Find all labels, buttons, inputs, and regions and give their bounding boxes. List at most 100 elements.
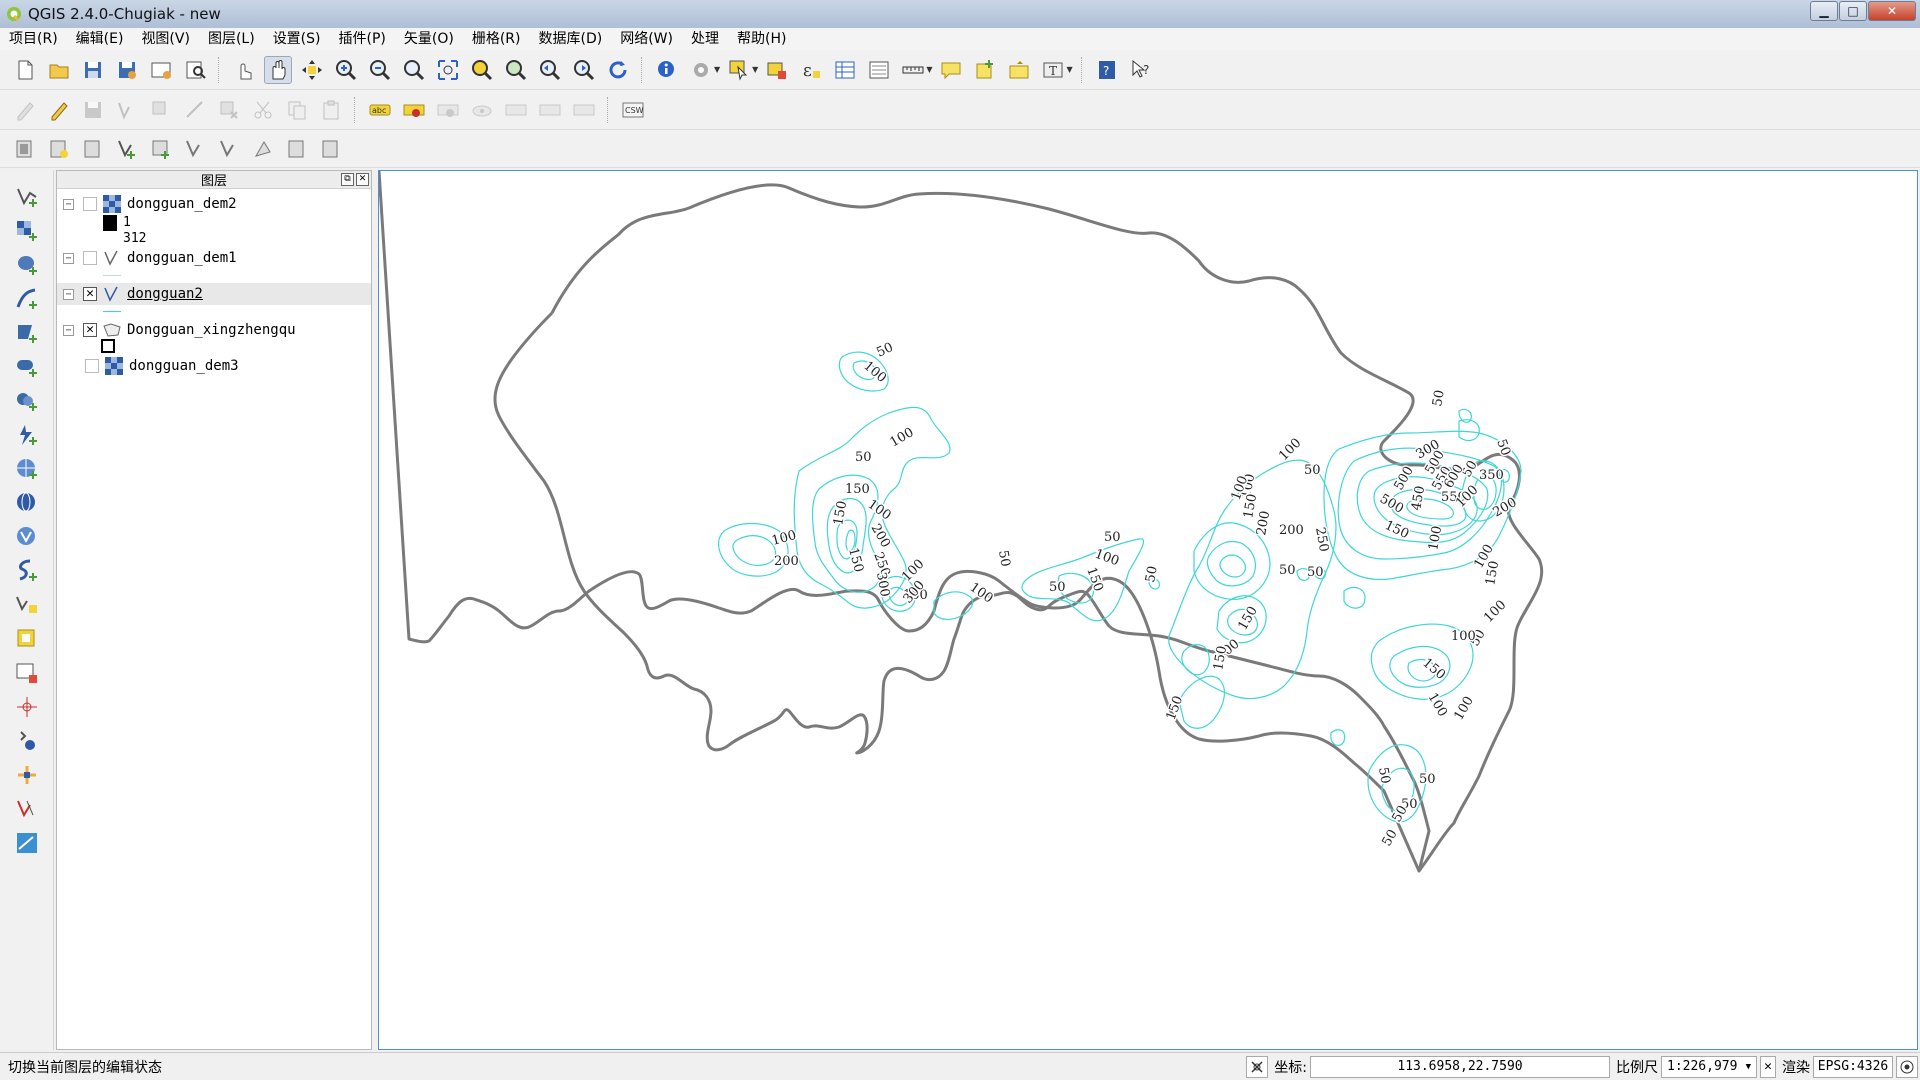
- help-contents-icon[interactable]: ?: [1093, 56, 1121, 84]
- menu-layer[interactable]: 图层(L): [199, 28, 264, 50]
- new-print-composer-icon[interactable]: [147, 56, 175, 84]
- paste-features-icon[interactable]: [317, 96, 345, 124]
- deselect-features-icon[interactable]: [763, 56, 791, 84]
- minimize-button[interactable]: ▁: [1810, 1, 1838, 21]
- vector-add-icon[interactable]: [113, 135, 141, 163]
- cut-features-icon[interactable]: [249, 96, 277, 124]
- new-spatialite-layer-icon[interactable]: [13, 625, 41, 653]
- new-bookmark-icon[interactable]: [971, 56, 999, 84]
- touch-zoom-pan-icon[interactable]: [230, 56, 258, 84]
- pan-to-selection-icon[interactable]: [298, 56, 326, 84]
- map-tips-icon[interactable]: [937, 56, 965, 84]
- vector-merge-icon[interactable]: [147, 135, 175, 163]
- composer-manager-icon[interactable]: [181, 56, 209, 84]
- scale-combobox[interactable]: 1:226,979 ▼: [1661, 1055, 1757, 1078]
- move-feature-icon[interactable]: [147, 96, 175, 124]
- add-vector-layer-icon[interactable]: [13, 183, 41, 211]
- copy-features-icon[interactable]: [283, 96, 311, 124]
- vector-tool-icon[interactable]: [249, 135, 277, 163]
- chevron-down-icon[interactable]: ▼: [926, 65, 932, 74]
- layer-visibility-checkbox[interactable]: [83, 197, 97, 211]
- float-panel-icon[interactable]: ⧉: [341, 173, 354, 186]
- collapse-icon[interactable]: −: [63, 252, 74, 264]
- pin-labels-icon[interactable]: [400, 96, 428, 124]
- zoom-out-icon[interactable]: [366, 56, 394, 84]
- rotate-label-icon[interactable]: [536, 96, 564, 124]
- pan-map-icon[interactable]: [264, 55, 292, 84]
- menu-processing[interactable]: 处理: [682, 28, 728, 50]
- map-canvas[interactable]: 50 100 100 50 150 100 150 200 250 150 100 200 300 100…: [378, 170, 1918, 1050]
- layer-item-dongguan-dem3[interactable]: dongguan_dem3: [57, 355, 371, 377]
- render-checkbox[interactable]: ✕: [1760, 1055, 1776, 1078]
- delete-selected-icon[interactable]: [215, 96, 243, 124]
- add-wms-layer-icon[interactable]: [13, 455, 41, 483]
- layer-item-dongguan-dem2[interactable]: − dongguan_dem2: [57, 193, 371, 215]
- new-shapefile-layer-icon[interactable]: [13, 591, 41, 619]
- chevron-down-icon[interactable]: ▼: [752, 65, 758, 74]
- node-tool-icon[interactable]: [181, 96, 209, 124]
- show-bookmarks-icon[interactable]: [1005, 56, 1033, 84]
- add-feature-icon[interactable]: [113, 96, 141, 124]
- coordinate-field[interactable]: 113.6958,22.7590: [1310, 1055, 1610, 1078]
- layer-visibility-checkbox[interactable]: [85, 359, 99, 373]
- messages-icon[interactable]: [1896, 1055, 1918, 1078]
- chevron-down-icon[interactable]: ▼: [1066, 65, 1072, 74]
- georeferencer-icon[interactable]: [13, 761, 41, 789]
- chevron-down-icon[interactable]: ▼: [714, 65, 720, 74]
- layer-visibility-checkbox[interactable]: ✕: [83, 287, 97, 301]
- map-svg[interactable]: 5010010050150100150200250150100200300 100…: [379, 171, 1919, 1051]
- whats-this-icon[interactable]: ?: [1127, 56, 1155, 84]
- zoom-in-icon[interactable]: [332, 56, 360, 84]
- raster-tool-2-icon[interactable]: [317, 135, 345, 163]
- zoom-to-selection-icon[interactable]: [468, 56, 496, 84]
- add-wcs-layer-icon[interactable]: [13, 489, 41, 517]
- measure-line-icon[interactable]: [899, 56, 927, 84]
- show-hide-labels-icon[interactable]: [468, 96, 496, 124]
- select-by-expression-icon[interactable]: ε: [797, 56, 825, 84]
- menu-plugins[interactable]: 插件(P): [330, 28, 395, 50]
- zoom-full-icon[interactable]: [434, 56, 462, 84]
- zoom-next-icon[interactable]: [570, 56, 598, 84]
- save-project-icon[interactable]: [79, 56, 107, 84]
- layer-item-dongguan-dem1[interactable]: − dongguan_dem1: [57, 247, 371, 269]
- add-raster-layer-icon[interactable]: [13, 217, 41, 245]
- attribute-table-icon[interactable]: [831, 56, 859, 84]
- crs-status-button[interactable]: EPSG:4326: [1813, 1055, 1893, 1078]
- layer-item-dongguan2[interactable]: − ✕ dongguan2: [57, 283, 371, 305]
- zoom-last-icon[interactable]: [536, 56, 564, 84]
- save-as-icon[interactable]: [113, 56, 141, 84]
- menu-raster[interactable]: 栅格(R): [463, 28, 530, 50]
- interpolation-icon[interactable]: [13, 829, 41, 857]
- layer-labeling-icon[interactable]: abc: [366, 96, 394, 124]
- maximize-button[interactable]: □: [1839, 1, 1867, 21]
- menu-edit[interactable]: 编辑(E): [67, 28, 133, 50]
- close-panel-icon[interactable]: ✕: [356, 173, 369, 186]
- add-wfs-vector-layer-icon[interactable]: [13, 523, 41, 551]
- layer-visibility-checkbox[interactable]: [83, 251, 97, 265]
- menu-settings[interactable]: 设置(S): [264, 28, 330, 50]
- coordinate-capture-icon[interactable]: [13, 693, 41, 721]
- move-label-icon[interactable]: [502, 96, 530, 124]
- add-spatialite-layer-icon[interactable]: [13, 285, 41, 313]
- add-oracle-layer-icon[interactable]: [13, 353, 41, 381]
- current-edits-icon[interactable]: [11, 96, 39, 124]
- raster-info-icon[interactable]: [79, 135, 107, 163]
- save-layer-edits-icon[interactable]: [79, 96, 107, 124]
- menu-view[interactable]: 视图(V): [132, 28, 199, 50]
- menu-project[interactable]: 项目(R): [0, 28, 67, 50]
- gps-tools-icon[interactable]: [13, 727, 41, 755]
- menu-web[interactable]: 网络(W): [611, 28, 682, 50]
- identify-features-icon[interactable]: [653, 56, 681, 84]
- toggle-editing-icon[interactable]: [45, 96, 73, 124]
- collapse-icon[interactable]: −: [63, 288, 74, 300]
- highlight-pinned-labels-icon[interactable]: [434, 96, 462, 124]
- refresh-icon[interactable]: [604, 56, 632, 84]
- add-postgis-layer-icon[interactable]: [13, 251, 41, 279]
- select-features-icon[interactable]: [725, 56, 753, 84]
- change-label-icon[interactable]: [570, 96, 598, 124]
- heatmap-icon[interactable]: [13, 795, 41, 823]
- vector-split-icon[interactable]: [181, 135, 209, 163]
- coordinate-toggle-icon[interactable]: [1246, 1055, 1269, 1078]
- add-db2-layer-icon[interactable]: [13, 387, 41, 415]
- layer-visibility-checkbox[interactable]: ✕: [83, 323, 97, 337]
